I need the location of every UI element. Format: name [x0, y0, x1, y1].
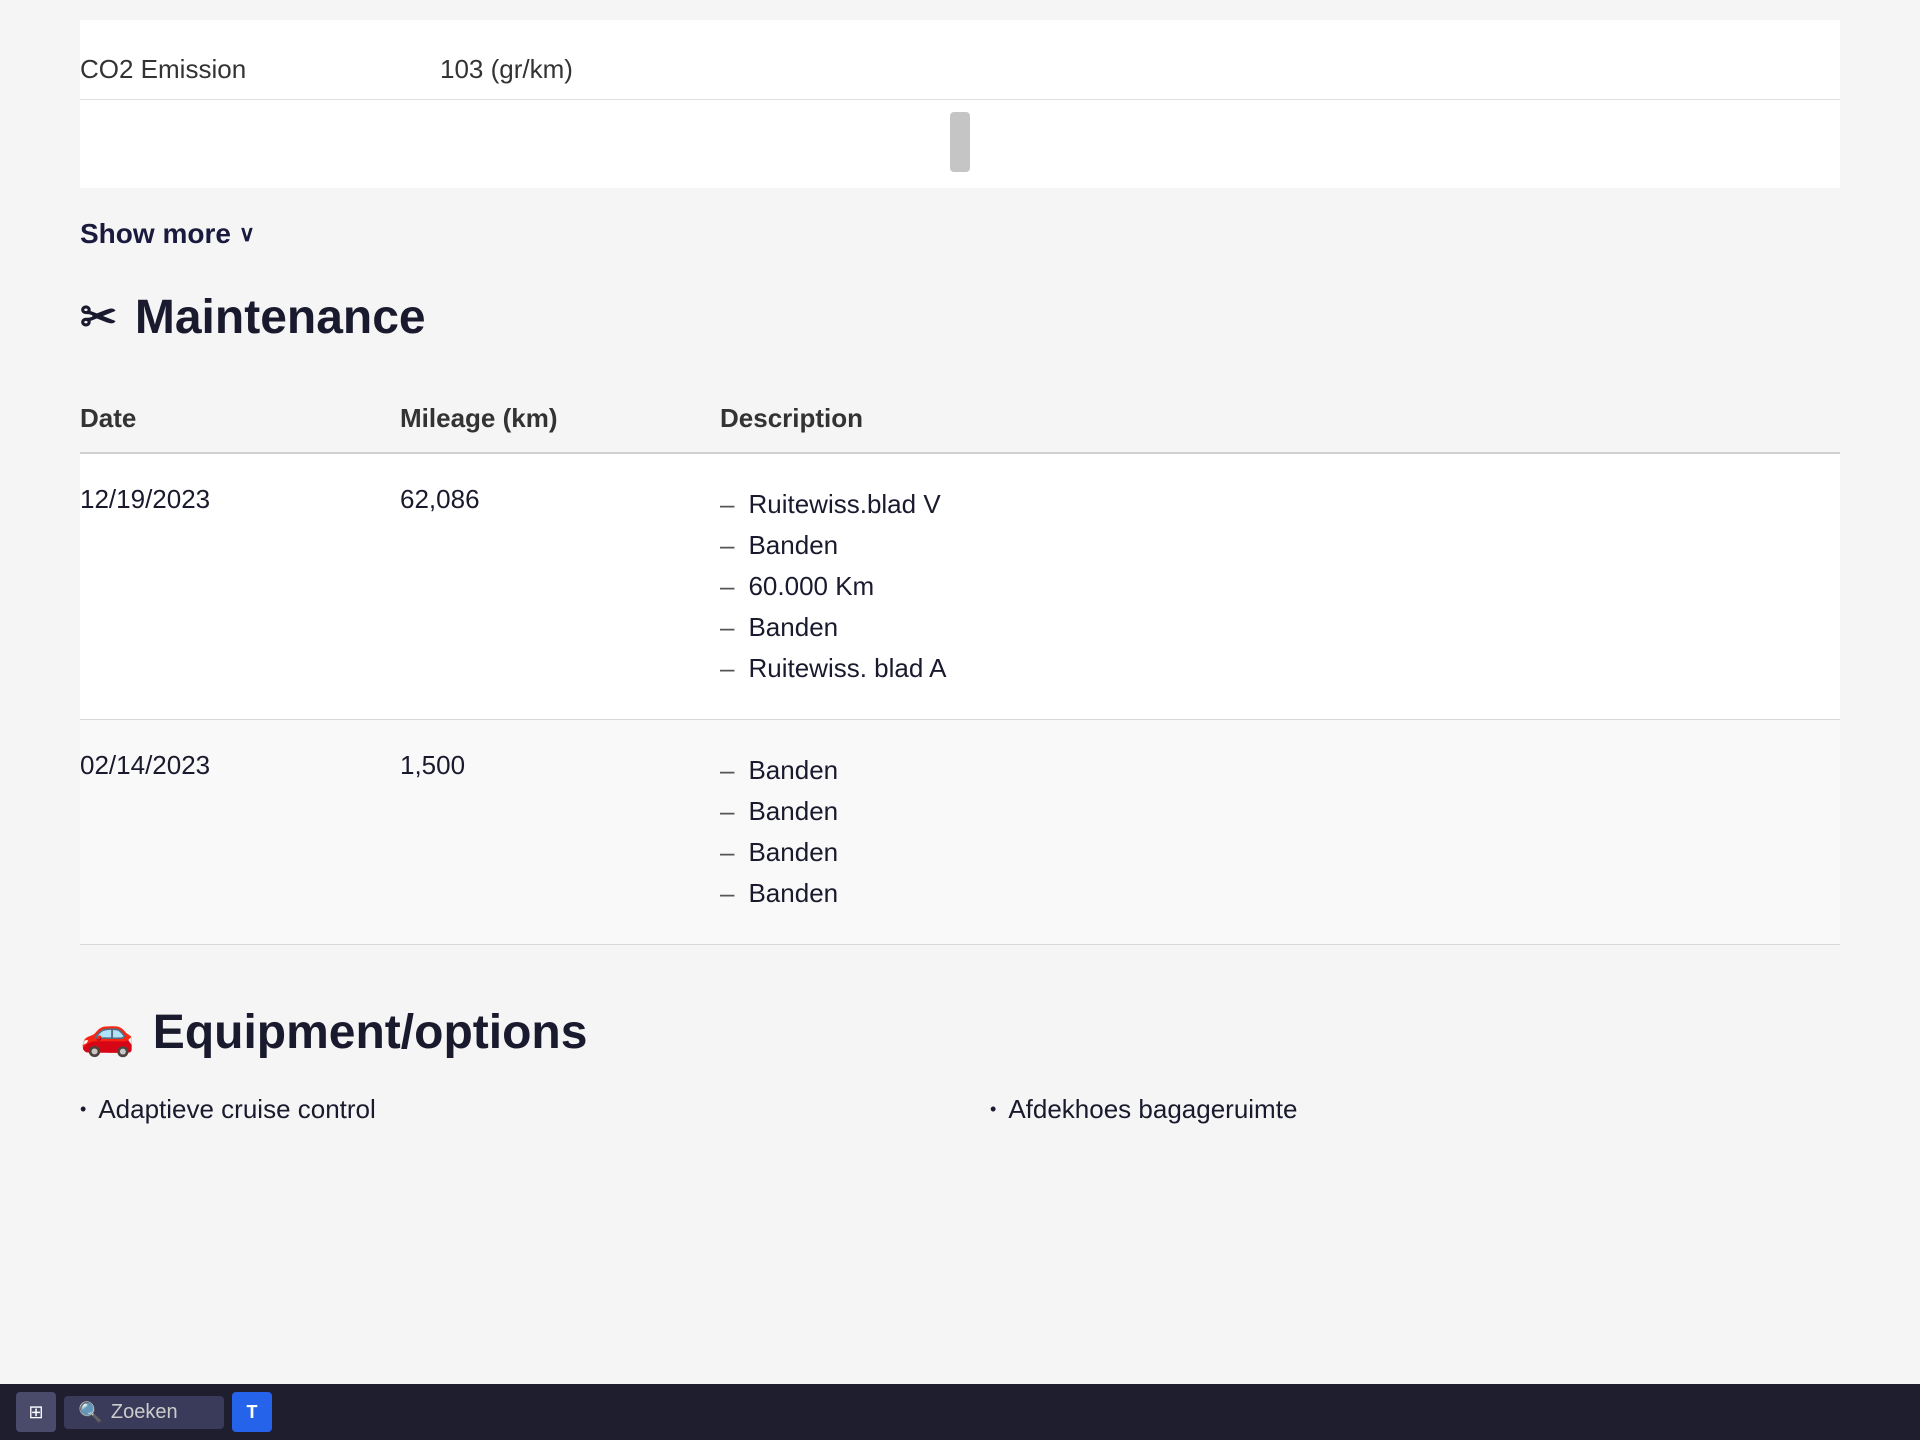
table-header-row: Date Mileage (km) Description: [80, 385, 1840, 453]
cell-mileage: 62,086: [400, 453, 720, 720]
maintenance-table: Date Mileage (km) Description 12/19/2023…: [80, 385, 1840, 945]
taskbar-search[interactable]: 🔍 Zoeken: [64, 1396, 224, 1429]
taskbar: ⊞ 🔍 Zoeken T: [0, 1384, 1920, 1440]
list-item: –Banden: [720, 791, 1840, 832]
search-label: Zoeken: [111, 1401, 178, 1424]
chevron-down-icon: ∨: [239, 221, 255, 247]
dash-icon: –: [720, 612, 734, 643]
equipment-item-right: • Afdekhoes bagageruimte: [990, 1090, 1840, 1129]
co2-row: CO2 Emission 103 (gr/km): [80, 40, 1840, 100]
cell-date: 02/14/2023: [80, 720, 400, 945]
equipment-item-left: • Adaptieve cruise control: [80, 1090, 930, 1129]
list-item: –Banden: [720, 832, 1840, 873]
maintenance-title: ✂ Maintenance: [80, 290, 1840, 345]
list-item: –Banden: [720, 525, 1840, 566]
col-date: Date: [80, 385, 400, 453]
scrollbar-area: [80, 106, 1840, 178]
desc-text: Ruitewiss.blad V: [748, 489, 940, 520]
table-row: 12/19/202362,086–Ruitewiss.blad V–Banden…: [80, 453, 1840, 720]
desc-text: Ruitewiss. blad A: [748, 653, 946, 684]
car-icon: 🚗: [80, 1007, 135, 1059]
cell-description: –Banden–Banden–Banden–Banden: [720, 720, 1840, 945]
list-item: –Banden: [720, 873, 1840, 914]
show-more-button[interactable]: Show more ∨: [80, 218, 255, 250]
desc-text: Banden: [748, 755, 838, 786]
equipment-item-label: Afdekhoes bagageruimte: [1008, 1094, 1297, 1125]
cell-description: –Ruitewiss.blad V–Banden–60.000 Km–Bande…: [720, 453, 1840, 720]
equipment-section: 🚗 Equipment/options • Adaptieve cruise c…: [80, 1005, 1840, 1129]
desc-text: 60.000 Km: [748, 571, 874, 602]
dash-icon: –: [720, 837, 734, 868]
bullet-icon: •: [80, 1099, 86, 1120]
dash-icon: –: [720, 489, 734, 520]
maintenance-title-text: Maintenance: [135, 290, 426, 345]
equipment-title: 🚗 Equipment/options: [80, 1005, 1840, 1060]
maintenance-section: ✂ Maintenance Date Mileage (km) Descript…: [80, 290, 1840, 945]
desc-text: Banden: [748, 612, 838, 643]
co2-label: CO2 Emission: [80, 54, 440, 85]
equipment-items: • Adaptieve cruise control • Afdekhoes b…: [80, 1090, 1840, 1129]
equipment-title-text: Equipment/options: [153, 1005, 588, 1060]
dash-icon: –: [720, 796, 734, 827]
cell-date: 12/19/2023: [80, 453, 400, 720]
co2-value: 103 (gr/km): [440, 54, 573, 85]
table-row: 02/14/20231,500–Banden–Banden–Banden–Ban…: [80, 720, 1840, 945]
desc-text: Banden: [748, 796, 838, 827]
desc-text: Banden: [748, 530, 838, 561]
search-icon: 🔍: [78, 1400, 103, 1425]
list-item: –Banden: [720, 750, 1840, 791]
dash-icon: –: [720, 878, 734, 909]
desc-text: Banden: [748, 878, 838, 909]
col-description: Description: [720, 385, 1840, 453]
list-item: –Banden: [720, 607, 1840, 648]
equipment-item-label: Adaptieve cruise control: [98, 1094, 375, 1125]
dash-icon: –: [720, 755, 734, 786]
list-item: –Ruitewiss. blad A: [720, 648, 1840, 689]
scrollbar[interactable]: [950, 112, 970, 172]
bullet-icon: •: [990, 1099, 996, 1120]
dash-icon: –: [720, 653, 734, 684]
col-mileage: Mileage (km): [400, 385, 720, 453]
desc-text: Banden: [748, 837, 838, 868]
wrench-icon: ✂: [80, 292, 117, 343]
list-item: –Ruitewiss.blad V: [720, 484, 1840, 525]
show-more-label: Show more: [80, 218, 231, 250]
dash-icon: –: [720, 571, 734, 602]
teams-icon[interactable]: T: [232, 1392, 272, 1432]
cell-mileage: 1,500: [400, 720, 720, 945]
dash-icon: –: [720, 530, 734, 561]
page-wrapper: CO2 Emission 103 (gr/km) Show more ∨ ✂ M…: [0, 0, 1920, 1440]
windows-icon[interactable]: ⊞: [16, 1392, 56, 1432]
top-section: CO2 Emission 103 (gr/km): [80, 20, 1840, 188]
list-item: –60.000 Km: [720, 566, 1840, 607]
